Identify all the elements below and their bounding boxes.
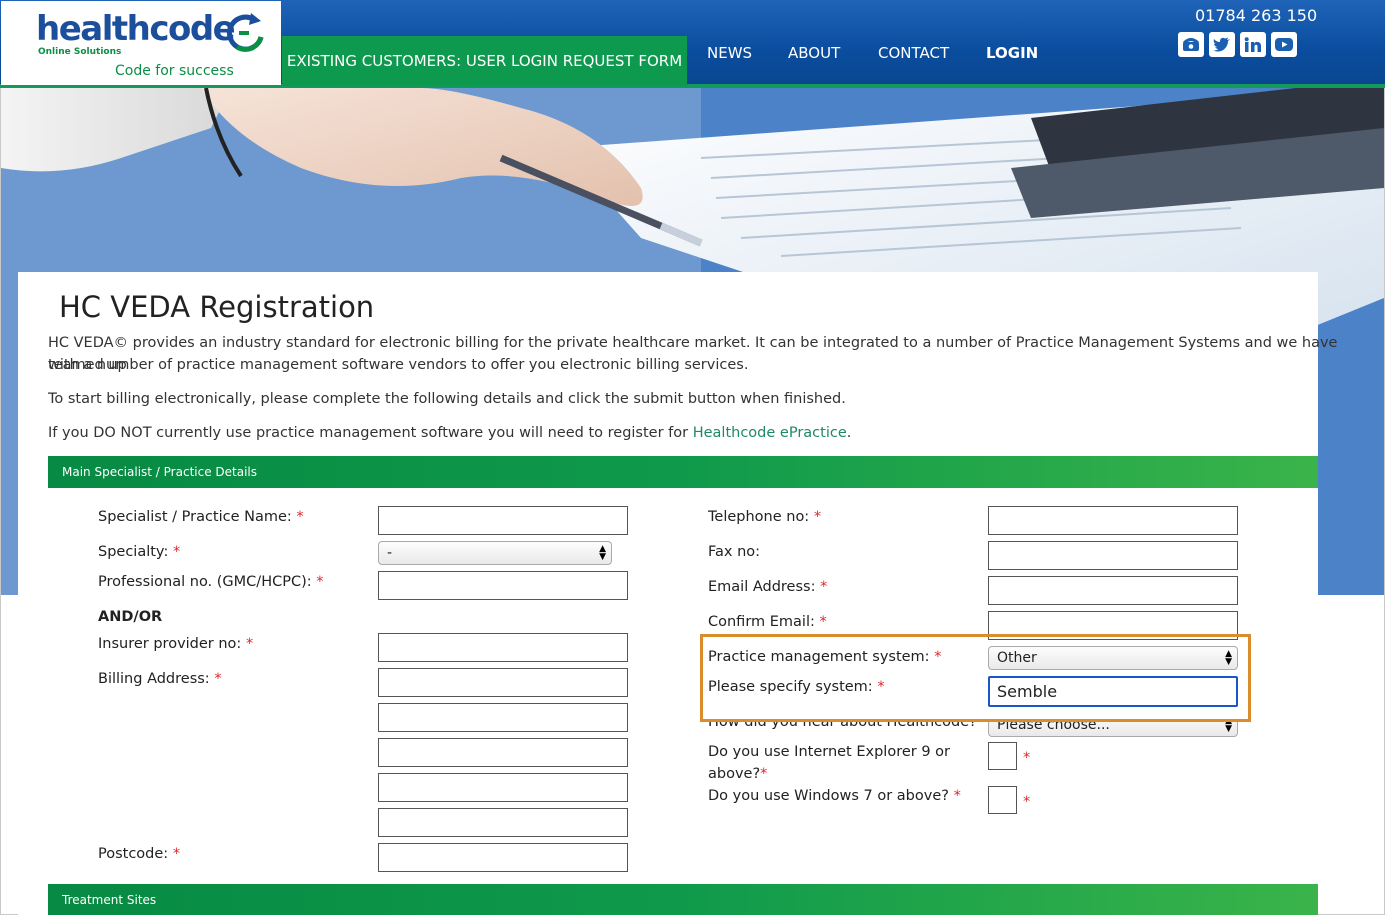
- required-marker: *: [953, 788, 961, 804]
- section-header-treatment: Treatment Sites: [48, 884, 1318, 915]
- required-marker: *: [214, 671, 222, 687]
- billing-address-line1-input[interactable]: [378, 668, 628, 697]
- specify-system-value: Semble: [997, 682, 1058, 701]
- email-input[interactable]: [988, 576, 1238, 605]
- telephone-label-text: Telephone no:: [708, 509, 810, 525]
- billing-address-label-text: Billing Address:: [98, 671, 210, 687]
- required-marker: *: [934, 649, 942, 665]
- specify-system-label-text: Please specify system:: [708, 679, 873, 695]
- ie9-checkbox[interactable]: [988, 742, 1017, 770]
- required-marker: *: [296, 509, 304, 525]
- select-arrows-icon: ▲▼: [1225, 649, 1232, 667]
- win7-label: Do you use Windows 7 or above? *: [708, 788, 961, 804]
- specialist-name-label: Specialist / Practice Name: *: [98, 509, 304, 525]
- telephone-label: Telephone no: *: [708, 509, 821, 525]
- billing-address-line4-input[interactable]: [378, 773, 628, 802]
- youtube-icon[interactable]: [1271, 32, 1297, 57]
- linkedin-icon[interactable]: [1240, 32, 1266, 57]
- twitter-icon[interactable]: [1209, 32, 1235, 57]
- page-title: HC VEDA Registration: [59, 290, 375, 324]
- required-marker: *: [316, 574, 324, 590]
- confirm-email-label-text: Confirm Email:: [708, 614, 815, 630]
- professional-no-input[interactable]: [378, 571, 628, 600]
- specialty-label: Specialty: *: [98, 544, 180, 560]
- fax-input[interactable]: [988, 541, 1238, 570]
- specialty-select-value: -: [387, 545, 393, 561]
- and-or-label: AND/OR: [98, 609, 163, 625]
- billing-address-line2-input[interactable]: [378, 703, 628, 732]
- insurer-no-label-text: Insurer provider no:: [98, 636, 242, 652]
- logo-wordmark: healthcode: [36, 9, 236, 49]
- email-label-text: Email Address:: [708, 579, 816, 595]
- pms-select[interactable]: Other ▲ ▼: [988, 646, 1238, 670]
- billing-address-line3-input[interactable]: [378, 738, 628, 767]
- billing-address-label: Billing Address: *: [98, 671, 222, 687]
- email-label: Email Address: *: [708, 579, 827, 595]
- intro-text-line2: with a number of practice management sof…: [48, 357, 749, 373]
- section-header-main: Main Specialist / Practice Details: [48, 456, 1318, 488]
- required-marker: *: [813, 509, 822, 525]
- nav-login[interactable]: LOGIN: [986, 44, 1038, 62]
- confirm-email-input[interactable]: [988, 611, 1238, 640]
- required-marker: *: [820, 579, 828, 595]
- pms-label: Practice management system: *: [708, 649, 941, 665]
- required-marker: *: [877, 679, 885, 695]
- epractice-link[interactable]: Healthcode ePractice: [693, 425, 847, 441]
- required-marker: *: [172, 544, 181, 560]
- logo-tagline: Code for success: [115, 63, 234, 79]
- logo[interactable]: healthcode Online Solutions Code for suc…: [1, 1, 281, 85]
- pms-label-text: Practice management system:: [708, 649, 930, 665]
- postcode-input[interactable]: [378, 843, 628, 872]
- professional-no-label-text: Professional no. (GMC/HCPC):: [98, 574, 312, 590]
- required-marker: *: [245, 636, 254, 652]
- required-marker: *: [760, 766, 768, 782]
- insurer-no-input[interactable]: [378, 633, 628, 662]
- no-pms-label: If you DO NOT currently use practice man…: [48, 425, 693, 441]
- specialist-name-label-text: Specialist / Practice Name:: [98, 509, 292, 525]
- instructions-text: To start billing electronically, please …: [48, 391, 846, 407]
- ie9-label-line2-text: above?: [708, 766, 761, 782]
- billing-address-line5-input[interactable]: [378, 808, 628, 837]
- ie9-label-line2: above?*: [708, 766, 767, 782]
- phone-icon[interactable]: [1178, 32, 1204, 57]
- no-pms-period: .: [846, 425, 852, 441]
- pms-select-value: Other: [997, 650, 1037, 666]
- nav-contact[interactable]: CONTACT: [878, 44, 949, 62]
- win7-checkbox[interactable]: [988, 786, 1017, 814]
- win7-label-text: Do you use Windows 7 or above?: [708, 788, 949, 804]
- logo-swirl-icon: [226, 13, 264, 52]
- insurer-no-label: Insurer provider no: *: [98, 636, 253, 652]
- postcode-label: Postcode: *: [98, 846, 180, 862]
- required-marker: *: [819, 614, 827, 630]
- highlight-bottom-edge: [700, 719, 1251, 722]
- select-arrows-icon: ▲▼: [599, 544, 606, 562]
- ie9-label-line1: Do you use Internet Explorer 9 or: [708, 744, 951, 760]
- professional-no-label: Professional no. (GMC/HCPC): *: [98, 574, 324, 590]
- fax-label: Fax no:: [708, 544, 761, 560]
- logo-subtitle: Online Solutions: [38, 47, 122, 57]
- highlight-mask: [703, 710, 1248, 719]
- nav-about[interactable]: ABOUT: [788, 44, 840, 62]
- required-marker: *: [1023, 794, 1031, 810]
- specify-system-label: Please specify system: *: [708, 679, 885, 695]
- telephone-input[interactable]: [988, 506, 1238, 535]
- specialty-select[interactable]: - ▲ ▼: [378, 541, 612, 565]
- nav-news[interactable]: NEWS: [707, 44, 752, 62]
- postcode-label-text: Postcode:: [98, 846, 169, 862]
- confirm-email-label: Confirm Email: *: [708, 614, 827, 630]
- phone-number[interactable]: 01784 263 150: [1195, 6, 1317, 25]
- nav-existing-customers[interactable]: EXISTING CUSTOMERS: USER LOGIN REQUEST F…: [282, 36, 687, 86]
- required-marker: *: [172, 846, 181, 862]
- specialist-name-input[interactable]: [378, 506, 628, 535]
- required-marker: *: [1023, 750, 1031, 766]
- no-pms-text: If you DO NOT currently use practice man…: [48, 422, 851, 444]
- specify-system-input[interactable]: Semble: [988, 676, 1238, 707]
- specialty-label-text: Specialty:: [98, 544, 169, 560]
